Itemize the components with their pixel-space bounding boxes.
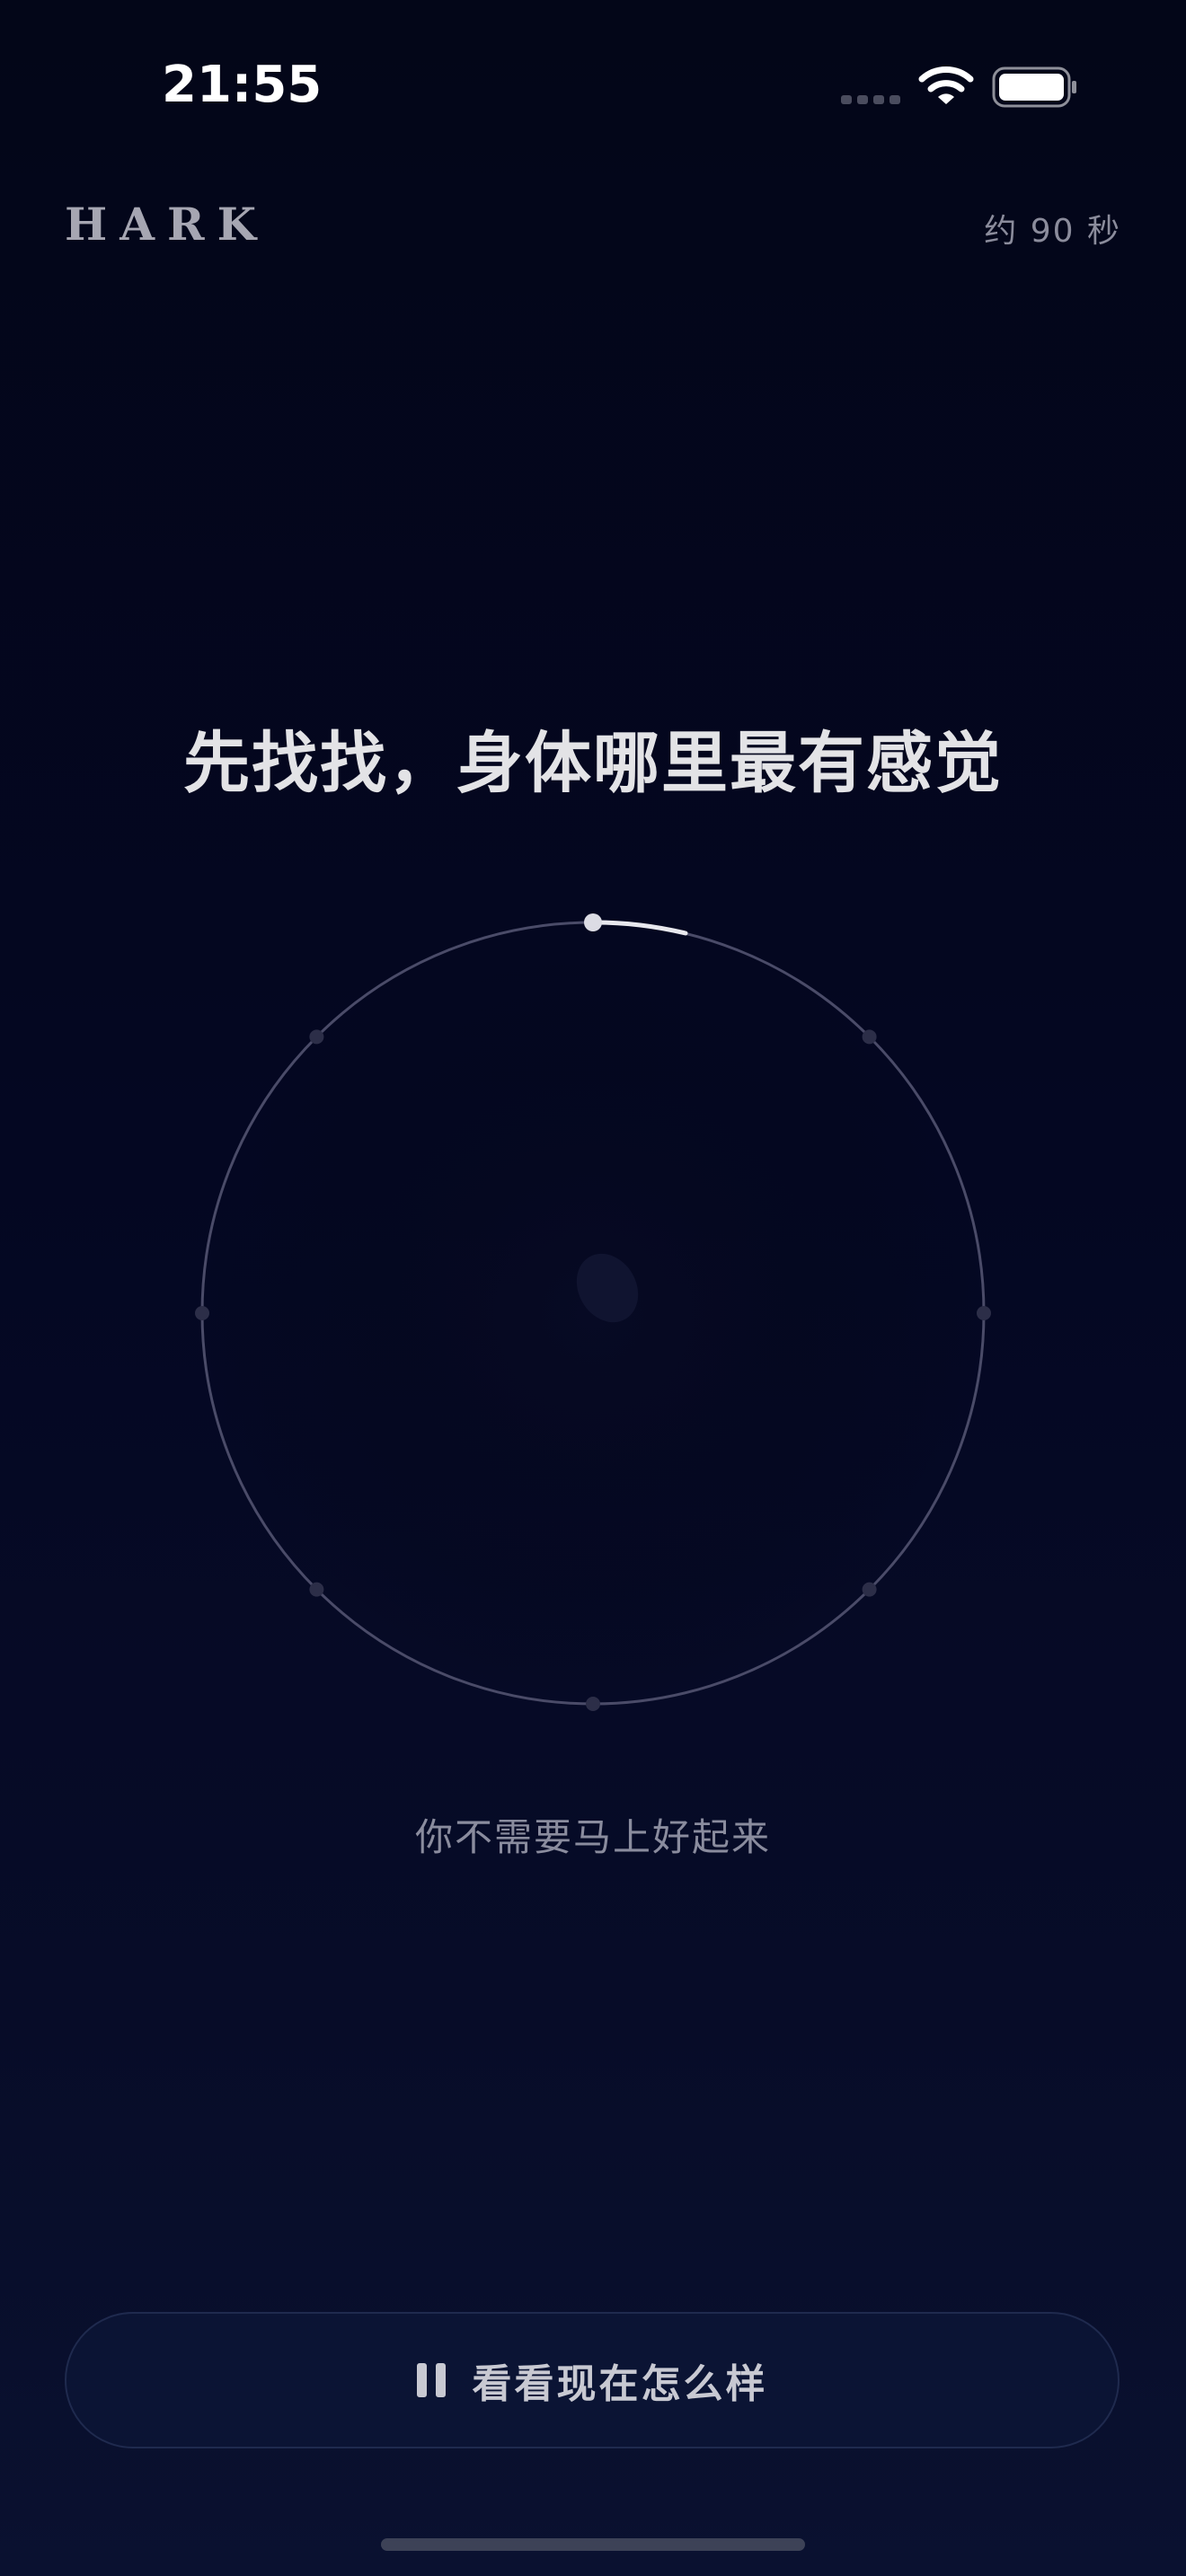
subtitle: 你不需要马上好起来 [414, 1815, 771, 1859]
check-in-button[interactable]: 看看现在怎么样 [65, 2312, 1120, 2448]
ring-marker [862, 1582, 877, 1597]
status-time: 21:55 [162, 56, 323, 114]
progress-arc [590, 920, 688, 936]
battery-icon [992, 66, 1076, 108]
breath-ring [195, 913, 991, 1711]
prompt-title: 先找找，身体哪里最有感觉 [183, 725, 1003, 802]
ring-marker [195, 1306, 209, 1320]
pause-icon [416, 2363, 446, 2397]
ring-fill [202, 922, 984, 1704]
cell-signal-icon [841, 95, 900, 104]
duration-label: 约 90 秒 [984, 213, 1121, 250]
ring-outline [200, 921, 986, 1706]
check-in-button-label: 看看现在怎么样 [472, 2361, 768, 2407]
brand-logo: HARK [65, 198, 270, 251]
ring-markers [195, 1029, 991, 1711]
status-bar: 21:55 [0, 0, 1186, 180]
home-indicator [381, 2538, 805, 2551]
ring-marker [309, 1029, 324, 1045]
center-blob [576, 1253, 639, 1323]
ring-marker [309, 1582, 324, 1597]
ring-marker [586, 1697, 600, 1711]
ring-marker [862, 1029, 877, 1045]
ring-marker [977, 1306, 991, 1320]
progress-head [584, 913, 602, 931]
wifi-icon [918, 66, 974, 104]
